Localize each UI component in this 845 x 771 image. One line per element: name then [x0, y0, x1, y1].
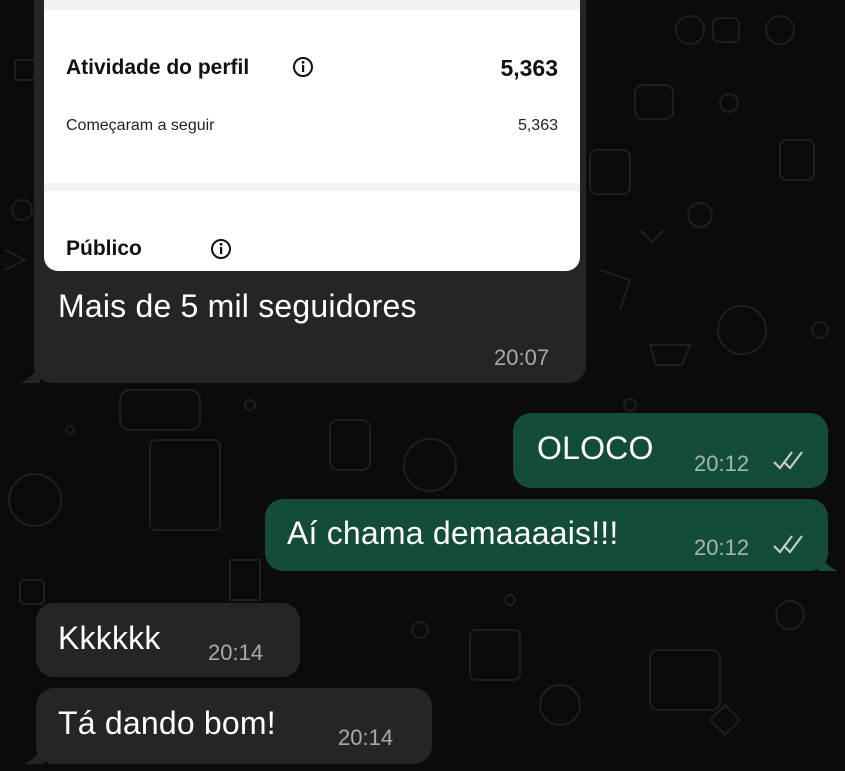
message-text: Tá dando bom!	[58, 705, 276, 741]
started-following-value: 5,363	[517, 117, 558, 134]
bubble-tail	[24, 744, 44, 764]
message-text: Aí chama demaaaais!!!	[287, 515, 619, 551]
message-time: 20:07	[494, 345, 550, 370]
info-circle-icon	[293, 57, 313, 77]
info-circle-icon	[211, 239, 231, 259]
message-text: OLOCO	[537, 430, 654, 466]
shared-screenshot-card[interactable]: Atividade do perfil 5,363 Começaram a se…	[44, 0, 580, 271]
message-time: 20:12	[694, 535, 750, 560]
read-double-check-icon	[773, 535, 803, 554]
card-section-divider	[44, 183, 580, 191]
profile-activity-value: 5,363	[500, 55, 558, 81]
message-text: Mais de 5 mil seguidores	[58, 288, 417, 324]
started-following-label: Começaram a seguir	[66, 117, 215, 134]
message-time: 20:14	[338, 725, 394, 750]
card-top-divider	[44, 0, 580, 10]
profile-activity-label: Atividade do perfil	[66, 56, 250, 79]
message-time: 20:14	[208, 640, 264, 665]
audience-label: Público	[66, 237, 142, 260]
bubble-tail	[818, 551, 838, 571]
message-text: Kkkkkk	[58, 620, 161, 656]
bubble-tail	[20, 363, 40, 383]
read-double-check-icon	[773, 451, 803, 470]
message-time: 20:12	[694, 451, 750, 476]
